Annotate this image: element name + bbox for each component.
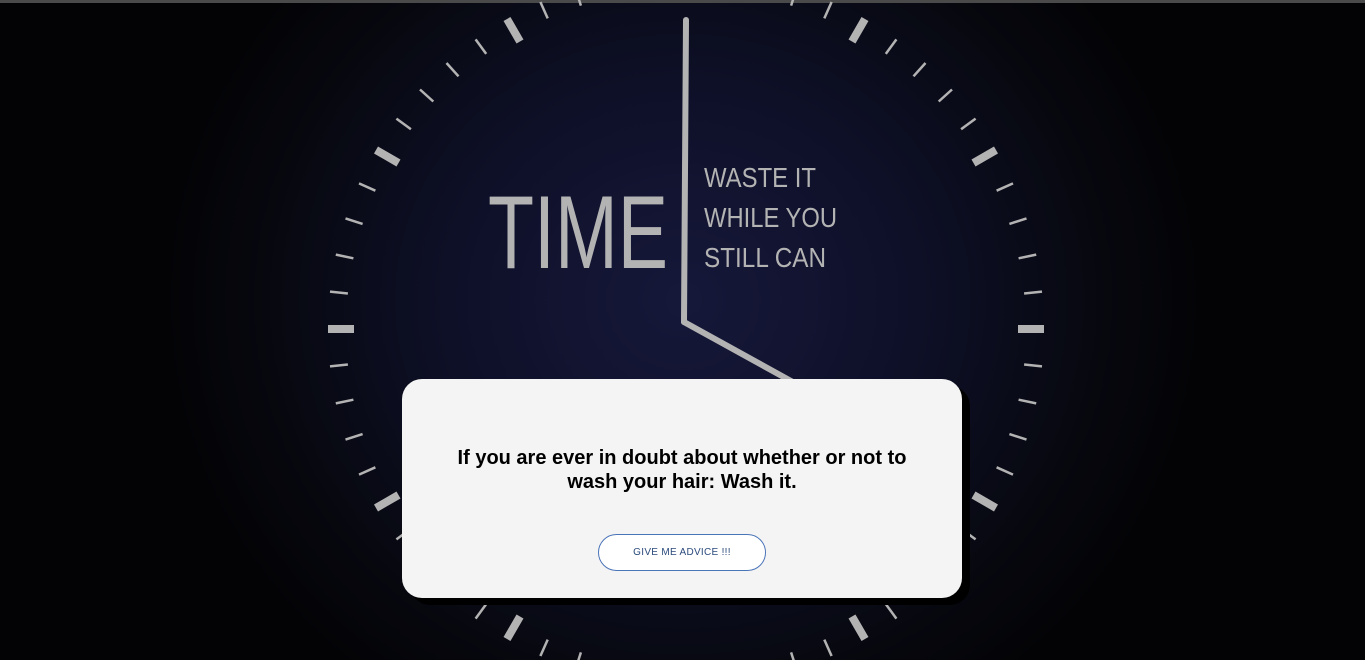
- clock-minute-tick: [335, 398, 354, 405]
- clock-minute-tick: [1009, 432, 1027, 441]
- clock-minute-hand: [681, 17, 689, 325]
- clock-hour-tick: [373, 146, 401, 167]
- clock-minute-tick: [937, 88, 953, 103]
- background-headline: TIME: [488, 175, 668, 291]
- clock-minute-tick: [474, 603, 488, 620]
- clock-minute-tick: [960, 527, 977, 541]
- clock-hour-tick: [503, 16, 524, 44]
- clock-minute-tick: [823, 1, 833, 19]
- clock-minute-tick: [789, 0, 795, 6]
- clock-minute-tick: [960, 117, 977, 131]
- clock-hour-tick: [373, 491, 401, 512]
- clock-minute-tick: [912, 62, 927, 78]
- clock-minute-tick: [329, 363, 349, 368]
- clock-hour-tick: [971, 146, 999, 167]
- clock-hour-tick: [848, 614, 869, 642]
- clock-minute-tick: [335, 253, 354, 260]
- clock-minute-tick: [358, 466, 376, 476]
- clock-minute-tick: [419, 88, 435, 103]
- clock-hour-tick: [848, 16, 869, 44]
- clock-minute-tick: [539, 1, 549, 19]
- give-advice-button[interactable]: GIVE ME ADVICE !!!: [598, 534, 766, 571]
- clock-hour-tick: [971, 491, 999, 512]
- clock-minute-tick: [996, 466, 1014, 476]
- clock-minute-tick: [1018, 253, 1037, 260]
- clock-minute-tick: [884, 603, 898, 620]
- background-tagline-line-1: WASTE IT: [704, 162, 816, 193]
- clock-minute-tick: [577, 0, 583, 6]
- clock-minute-tick: [1023, 363, 1043, 368]
- clock-minute-tick: [1009, 217, 1027, 226]
- clock-minute-tick: [539, 639, 549, 657]
- clock-minute-tick: [329, 290, 349, 295]
- clock-minute-tick: [345, 432, 363, 441]
- background-tagline-line-2: WHILE YOU: [704, 202, 837, 233]
- advice-text: If you are ever in doubt about whether o…: [457, 447, 907, 493]
- clock-minute-tick: [577, 652, 583, 660]
- clock-minute-tick: [1018, 398, 1037, 405]
- background-tagline-line-3: STILL CAN: [704, 242, 826, 273]
- clock-minute-tick: [789, 652, 795, 660]
- clock-minute-tick: [345, 217, 363, 226]
- clock-minute-tick: [884, 38, 898, 55]
- advice-card: If you are ever in doubt about whether o…: [402, 379, 962, 598]
- clock-minute-tick: [474, 38, 488, 55]
- clock-minute-tick: [395, 117, 412, 131]
- clock-minute-tick: [445, 62, 460, 78]
- clock-minute-tick: [1023, 290, 1043, 295]
- clock-hour-hand: [681, 319, 803, 389]
- clock-minute-tick: [996, 182, 1014, 192]
- clock-minute-tick: [358, 182, 376, 192]
- clock-hour-tick: [503, 614, 524, 642]
- clock-minute-tick: [823, 639, 833, 657]
